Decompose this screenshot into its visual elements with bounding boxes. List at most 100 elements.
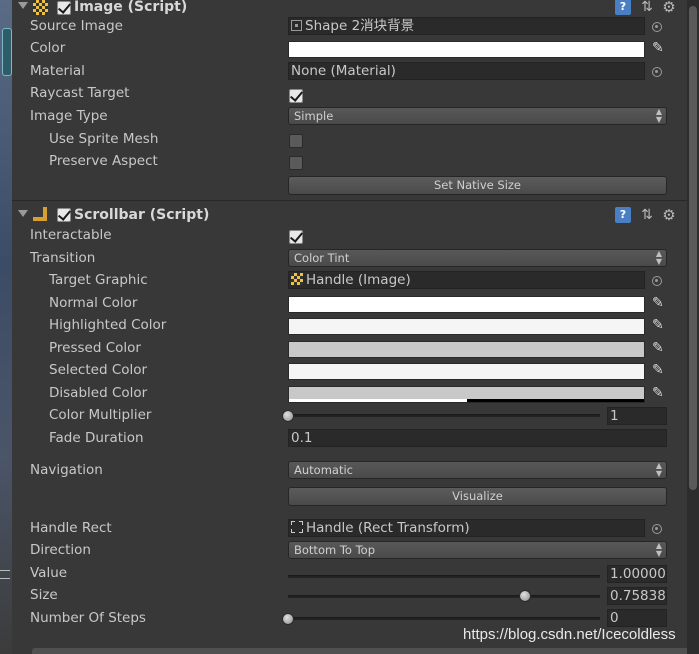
color-multiplier-field[interactable]: 1 bbox=[607, 407, 667, 425]
color-multiplier-slider-track[interactable] bbox=[288, 414, 600, 417]
help-icon[interactable]: ? bbox=[615, 0, 631, 15]
preset-icon[interactable]: ⇅ bbox=[639, 207, 655, 223]
set-native-size-button[interactable]: Set Native Size bbox=[288, 176, 667, 195]
color-multiplier-slider-knob[interactable] bbox=[282, 410, 294, 422]
scene-view-edge bbox=[0, 0, 12, 654]
color-picker-icon[interactable]: ✎ bbox=[652, 295, 666, 311]
number-of-steps-slider-knob[interactable] bbox=[282, 613, 294, 625]
help-icon[interactable]: ? bbox=[615, 207, 631, 223]
inspector-panel: Image (Script) ? ⇅ ⚙ Source Image Shape … bbox=[12, 0, 692, 654]
interactable-label: Interactable bbox=[30, 227, 112, 243]
next-component-edge bbox=[32, 648, 692, 654]
dropdown-arrows-icon: ▲ ▼ bbox=[655, 107, 662, 124]
source-image-label: Source Image bbox=[30, 18, 123, 34]
pressed-color-label: Pressed Color bbox=[49, 340, 141, 356]
value-field[interactable]: 1.00000 bbox=[607, 565, 667, 583]
target-graphic-value: Handle (Image) bbox=[306, 272, 411, 288]
size-slider-knob[interactable] bbox=[518, 590, 531, 602]
raycast-target-label: Raycast Target bbox=[30, 85, 130, 101]
normal-color-label: Normal Color bbox=[49, 295, 138, 311]
handle-rect-field[interactable]: Handle (Rect Transform) bbox=[288, 519, 645, 537]
component-title: Scrollbar (Script) bbox=[74, 207, 210, 223]
transition-value: Color Tint bbox=[294, 251, 350, 265]
material-label: Material bbox=[30, 63, 85, 79]
scene-tick bbox=[0, 578, 10, 579]
component-separator bbox=[12, 200, 687, 201]
scene-gizmo bbox=[2, 28, 12, 76]
fade-duration-label: Fade Duration bbox=[49, 430, 144, 446]
gear-icon[interactable]: ⚙ bbox=[661, 0, 677, 15]
scrollbar-component-header[interactable]: Scrollbar (Script) ? ⇅ ⚙ bbox=[12, 205, 687, 225]
color-picker-icon[interactable]: ✎ bbox=[652, 362, 666, 378]
object-picker-icon[interactable] bbox=[652, 524, 662, 534]
dropdown-arrows-icon: ▲ ▼ bbox=[655, 461, 662, 478]
size-label: Size bbox=[30, 587, 58, 603]
color-multiplier-label: Color Multiplier bbox=[49, 407, 152, 423]
use-sprite-mesh-checkbox[interactable] bbox=[289, 134, 303, 148]
image-component-header[interactable]: Image (Script) ? ⇅ ⚙ bbox=[12, 0, 687, 17]
pressed-color-field[interactable] bbox=[288, 341, 645, 358]
fade-duration-field[interactable]: 0.1 bbox=[288, 429, 667, 447]
inspector-scrollbar[interactable] bbox=[687, 0, 699, 654]
number-of-steps-slider-track[interactable] bbox=[288, 617, 600, 620]
gear-icon[interactable]: ⚙ bbox=[661, 207, 677, 223]
size-field[interactable]: 0.75838 bbox=[607, 587, 667, 605]
direction-value: Bottom To Top bbox=[294, 543, 376, 557]
number-of-steps-field[interactable]: 0 bbox=[607, 609, 667, 627]
disabled-color-label: Disabled Color bbox=[49, 385, 148, 401]
object-picker-icon[interactable] bbox=[652, 67, 662, 77]
direction-label: Direction bbox=[30, 542, 91, 558]
target-graphic-field[interactable]: Handle (Image) bbox=[288, 271, 645, 289]
navigation-value: Automatic bbox=[294, 463, 353, 477]
color-picker-icon[interactable]: ✎ bbox=[652, 385, 666, 401]
handle-rect-label: Handle Rect bbox=[30, 520, 112, 536]
image-icon bbox=[291, 273, 303, 285]
direction-dropdown[interactable]: Bottom To Top ▲ ▼ bbox=[288, 541, 667, 559]
inspector-scrollbar-thumb[interactable] bbox=[689, 6, 697, 490]
scrollbar-component-icon bbox=[33, 207, 49, 223]
highlighted-color-label: Highlighted Color bbox=[49, 317, 167, 333]
image-type-value: Simple bbox=[294, 109, 334, 123]
watermark-text: https://blog.csdn.net/Icecoldless bbox=[463, 626, 676, 643]
foldout-arrow-icon[interactable] bbox=[18, 2, 28, 9]
header-icons: ? ⇅ ⚙ bbox=[615, 0, 679, 15]
scrollbar-enabled-checkbox[interactable] bbox=[57, 207, 72, 222]
image-enabled-checkbox[interactable] bbox=[57, 0, 72, 15]
disabled-color-field[interactable] bbox=[288, 386, 645, 403]
dropdown-arrows-icon: ▲ ▼ bbox=[655, 541, 662, 558]
preset-icon[interactable]: ⇅ bbox=[639, 0, 655, 15]
highlighted-color-field[interactable] bbox=[288, 318, 645, 335]
visualize-button[interactable]: Visualize bbox=[288, 487, 667, 506]
material-field[interactable]: None (Material) bbox=[288, 62, 645, 80]
component-title: Image (Script) bbox=[74, 0, 188, 15]
color-picker-icon[interactable]: ✎ bbox=[652, 317, 666, 333]
normal-color-field[interactable] bbox=[288, 296, 645, 313]
color-picker-icon[interactable]: ✎ bbox=[652, 40, 666, 56]
color-picker-icon[interactable]: ✎ bbox=[652, 340, 666, 356]
color-field[interactable] bbox=[288, 41, 645, 58]
dropdown-arrows-icon: ▲ ▼ bbox=[655, 249, 662, 266]
transition-dropdown[interactable]: Color Tint ▲ ▼ bbox=[288, 249, 667, 267]
handle-rect-value: Handle (Rect Transform) bbox=[306, 520, 470, 536]
number-of-steps-label: Number Of Steps bbox=[30, 610, 146, 626]
interactable-checkbox[interactable] bbox=[289, 229, 304, 244]
foldout-arrow-icon[interactable] bbox=[18, 210, 28, 217]
selected-color-field[interactable] bbox=[288, 363, 645, 380]
sprite-icon bbox=[291, 20, 302, 31]
raycast-target-checkbox[interactable] bbox=[289, 88, 304, 103]
source-image-field[interactable]: Shape 2消块背景 bbox=[288, 17, 645, 35]
color-label: Color bbox=[30, 40, 66, 56]
rect-transform-icon bbox=[291, 521, 303, 533]
value-slider-track[interactable] bbox=[288, 575, 600, 578]
object-picker-icon[interactable] bbox=[652, 276, 662, 286]
scene-tick bbox=[0, 570, 10, 571]
image-type-dropdown[interactable]: Simple ▲ ▼ bbox=[288, 107, 667, 125]
navigation-dropdown[interactable]: Automatic ▲ ▼ bbox=[288, 461, 667, 479]
object-picker-icon[interactable] bbox=[652, 22, 662, 32]
transition-label: Transition bbox=[30, 250, 96, 266]
use-sprite-mesh-label: Use Sprite Mesh bbox=[49, 131, 159, 147]
size-slider-track[interactable] bbox=[288, 595, 600, 598]
preserve-aspect-checkbox[interactable] bbox=[289, 156, 303, 170]
preserve-aspect-label: Preserve Aspect bbox=[49, 153, 158, 169]
navigation-label: Navigation bbox=[30, 462, 103, 478]
